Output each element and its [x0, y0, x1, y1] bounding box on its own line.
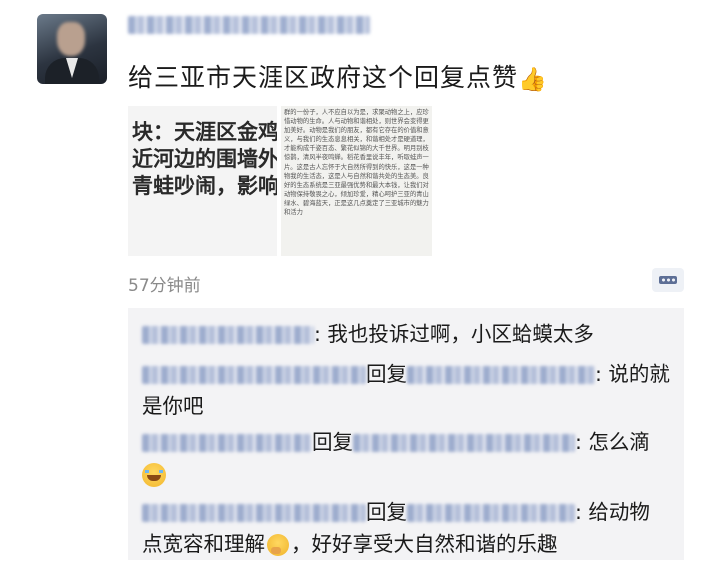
- reply-label: 回复: [366, 362, 407, 386]
- laughing-tears-icon: [142, 463, 166, 487]
- blurred-name: [128, 16, 370, 34]
- comment-text-line2: 是你吧: [142, 394, 204, 418]
- comment-text: : 怎么滴: [575, 430, 650, 454]
- reply-label: 回复: [312, 430, 353, 454]
- post-text: 给三亚市天涯区政府这个回复点赞👍: [128, 58, 548, 94]
- comment-item[interactable]: 回复 : 怎么滴: [142, 426, 674, 490]
- comment-item[interactable]: 回复 : 给动物 点宽容和理解 ，好好享受大自然和谐的乐趣: [142, 496, 674, 560]
- image-text-line: 近河边的围墙外面: [132, 147, 277, 171]
- comment-icon[interactable]: [652, 268, 684, 292]
- user-avatar[interactable]: [37, 14, 107, 84]
- commenter-name-blurred[interactable]: [142, 366, 366, 384]
- comment-text: : 我也投诉过啊，小区蛤蟆太多: [314, 322, 594, 346]
- comment-text-line2: 点宽容和理解: [142, 532, 265, 556]
- commenter-name-blurred[interactable]: [142, 434, 312, 452]
- commenter-name-blurred[interactable]: [142, 504, 366, 522]
- post-time: 57分钟前: [128, 276, 201, 296]
- comment-text: : 给动物: [575, 500, 650, 524]
- reply-label: 回复: [366, 500, 407, 524]
- reply-target-blurred[interactable]: [407, 366, 595, 384]
- thinking-face-icon: [267, 534, 289, 556]
- comment-item[interactable]: : 我也投诉过啊，小区蛤蟆太多: [142, 318, 674, 350]
- comment-text-line2-tail: ，好好享受大自然和谐的乐趣: [291, 532, 558, 556]
- reply-target-blurred[interactable]: [407, 504, 575, 522]
- comment-text: : 说的就: [595, 362, 670, 386]
- post-text-content: 给三亚市天涯区政府这个回复点赞: [128, 63, 519, 92]
- image-text-line: 块：天涯区金鸡岭: [132, 120, 277, 144]
- reply-target-blurred[interactable]: [353, 434, 575, 452]
- image-article-text: 群的一份子，人不应自以为是，求聚动物之上，应珍惜动物的生命。人与动物和谐相处，则…: [284, 109, 429, 217]
- avatar-face: [57, 22, 85, 56]
- post-image-1[interactable]: 块：天涯区金鸡岭 近河边的围墙外面 青蛙吵闹，影响居: [128, 106, 277, 256]
- thumbs-up-icon: 👍: [518, 67, 548, 93]
- comment-item[interactable]: 回复 : 说的就 是你吧: [142, 358, 674, 422]
- comment-section: : 我也投诉过啊，小区蛤蟆太多 回复 : 说的就 是你吧 回复 : 怎么滴 回复 : …: [128, 308, 684, 560]
- comment-dots: [659, 276, 677, 284]
- poster-name-blurred[interactable]: [128, 14, 370, 36]
- commenter-name-blurred[interactable]: [142, 326, 314, 344]
- post-image-2[interactable]: 群的一份子，人不应自以为是，求聚动物之上，应珍惜动物的生命。人与动物和谐相处，则…: [281, 106, 432, 256]
- image-text-line: 青蛙吵闹，影响居: [132, 174, 277, 198]
